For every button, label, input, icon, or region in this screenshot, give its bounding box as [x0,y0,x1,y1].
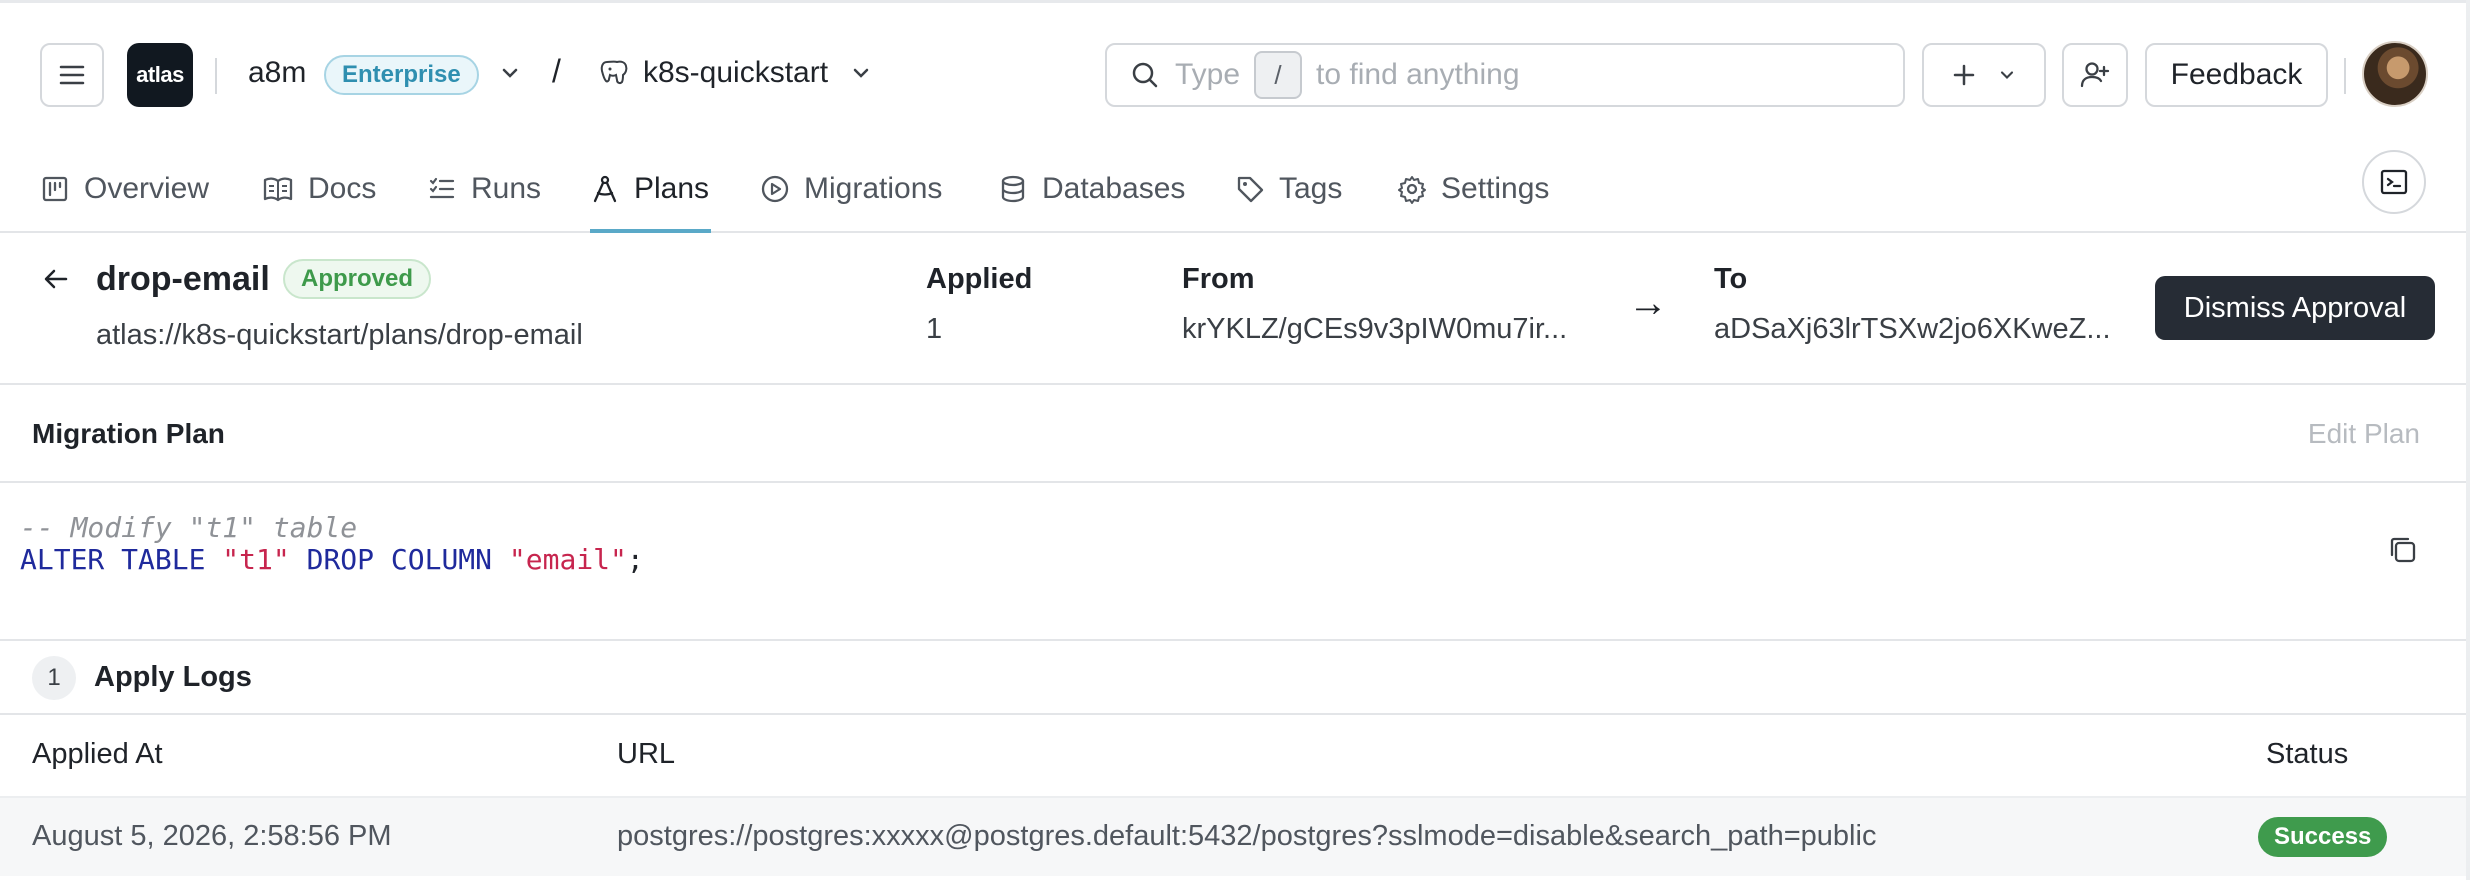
feedback-button[interactable]: Feedback [2145,43,2328,107]
back-arrow-icon[interactable] [40,263,72,295]
column-header-status: Status [2266,738,2349,770]
code-statement: ALTER TABLE "t1" DROP COLUMN "email"; [20,543,644,576]
plan-url: atlas://k8s-quickstart/plans/drop-email [96,319,583,351]
applied-at-cell: August 5, 2026, 2:58:56 PM [32,820,392,852]
sql-column: "email" [508,543,627,576]
keyboard-shortcut: / [1254,51,1303,99]
tab-tags[interactable]: Tags [1235,145,1342,233]
tab-runs[interactable]: Runs [427,145,541,233]
sql-keyword: DROP COLUMN [306,543,493,576]
url-cell: postgres://postgres:xxxxx@postgres.defau… [617,820,1877,852]
tab-migrations[interactable]: Migrations [760,145,942,233]
create-button[interactable] [1922,43,2046,107]
tab-label: Tags [1279,172,1343,205]
search-icon [1132,62,1158,88]
applied-label: Applied [926,263,1033,295]
gear-icon [1398,176,1426,204]
tab-label: Runs [471,172,542,205]
applied-value: 1 [926,313,943,345]
book-icon [263,177,293,202]
play-circle-icon [761,175,789,203]
column-header-applied-at: Applied At [32,738,163,770]
sql-table: "t1" [222,543,290,576]
apply-logs-header: 1 Apply Logs [0,641,2470,715]
tag-icon [1237,176,1264,203]
scrollbar-track [2466,0,2470,880]
copy-icon[interactable] [2386,533,2420,567]
org-name[interactable]: a8m [248,56,306,90]
sql-keyword: ALTER TABLE [20,543,206,576]
database-icon [1001,175,1025,203]
plan-name: drop-email [96,260,270,298]
arrow-right-icon: → [1628,281,1668,325]
dismiss-approval-button[interactable]: Dismiss Approval [2155,276,2435,340]
tab-label: Docs [308,172,377,205]
divider [215,58,217,94]
list-icon [429,177,455,199]
postgres-icon [600,60,628,85]
invite-user-button[interactable] [2062,43,2128,107]
hamburger-icon [59,65,85,85]
search-placeholder-prefix: Type [1175,58,1241,91]
plan-header: drop-email Approved atlas://k8s-quicksta… [0,233,2470,385]
tab-settings[interactable]: Settings [1397,145,1549,233]
tab-plans[interactable]: Plans [590,145,709,233]
code-comment: -- Modify "t1" table [20,511,358,544]
search-placeholder-suffix: to find anything [1316,58,1520,91]
tab-label: Migrations [804,172,943,205]
to-hash: aDSaXj63lrTSXw2jo6XKweZ... [1714,313,2111,345]
project-name[interactable]: k8s-quickstart [643,56,828,90]
tab-overview[interactable]: Overview [40,145,209,233]
status-badge: Success [2258,817,2388,857]
avatar[interactable] [2362,41,2428,107]
chevron-down-icon[interactable] [498,61,522,85]
section-title: Apply Logs [94,661,252,693]
tab-label: Plans [634,172,710,205]
top-bar: atlas a8m Enterprise / k8s-quickstart Ty… [0,0,2470,145]
user-plus-icon [2080,62,2110,88]
overview-icon [42,176,68,202]
chevron-down-icon [2000,71,2014,79]
chevron-down-icon[interactable] [849,61,873,85]
section-title: Migration Plan [32,418,225,449]
column-header-url: URL [617,738,676,770]
divider [2344,58,2346,94]
from-hash: krYKLZ/gCEs9v3pIW0mu7ir... [1182,313,1568,345]
terminal-icon [2380,169,2408,195]
tab-label: Overview [84,172,210,205]
from-label: From [1182,263,1255,295]
edit-plan-button[interactable]: Edit Plan [2308,418,2420,450]
code-block: -- Modify "t1" table ALTER TABLE "t1" DR… [0,483,2470,641]
atlas-logo[interactable]: atlas [127,43,193,107]
sql-terminator: ; [626,543,644,576]
status-badge: Approved [283,259,432,299]
tab-label: Settings [1441,172,1550,205]
tab-docs[interactable]: Docs [262,145,376,233]
migration-plan-header: Migration Plan Edit Plan [0,385,2470,483]
plus-icon [1953,64,1975,86]
tab-databases[interactable]: Databases [998,145,1185,233]
plan-badge: Enterprise [324,55,479,95]
tab-label: Databases [1042,172,1186,205]
logs-count: 1 [32,656,76,700]
terminal-button[interactable] [2362,150,2426,214]
compass-icon [593,175,617,203]
table-row[interactable]: August 5, 2026, 2:58:56 PM postgres://po… [0,796,2470,876]
menu-button[interactable] [40,43,104,107]
breadcrumb-separator: / [552,53,561,89]
project-tabs: Overview Docs Runs Plans Migrations Data… [0,145,2470,233]
to-label: To [1714,263,1748,295]
search-input[interactable]: Type / to find anything [1105,43,1905,107]
